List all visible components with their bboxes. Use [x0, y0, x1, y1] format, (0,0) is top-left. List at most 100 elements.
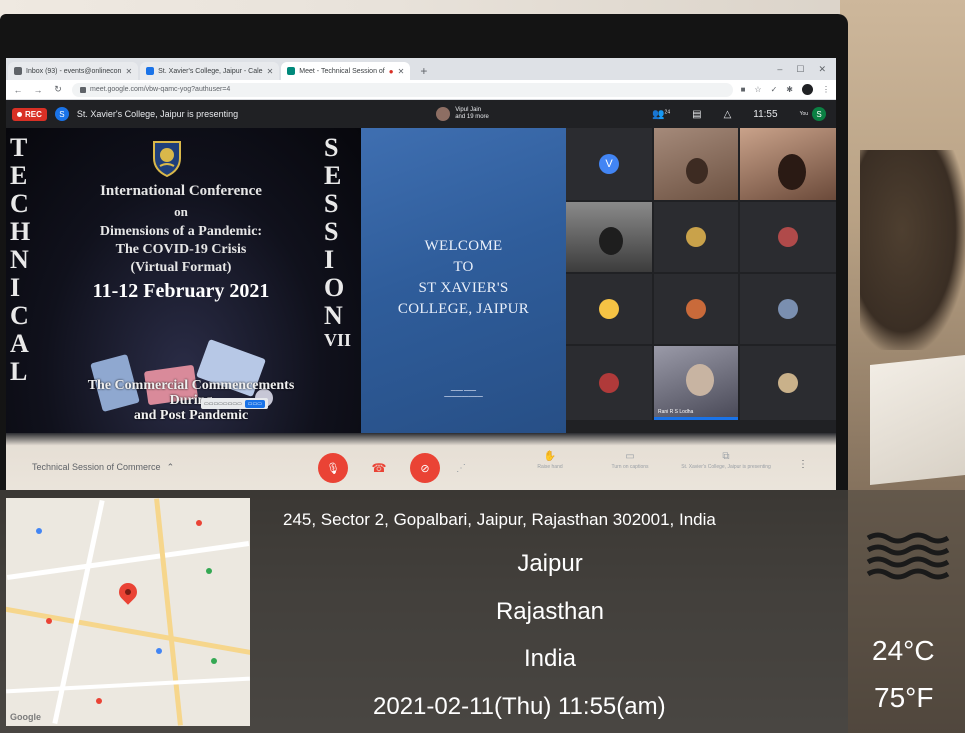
- mic-off-icon[interactable]: 🎙: [318, 453, 348, 483]
- captions-button[interactable]: ▭ Turn on captions: [601, 451, 659, 470]
- more-options-icon[interactable]: ⋮: [798, 459, 808, 470]
- meet-clock: 11:55: [753, 108, 778, 120]
- slide-letter: S: [324, 217, 339, 246]
- slide-letter: A: [10, 329, 29, 358]
- presenting-button[interactable]: ⧉ St. Xavier's College, Jaipur is presen…: [681, 451, 771, 470]
- map-road: [6, 603, 250, 658]
- slide-letter: C: [10, 301, 29, 330]
- conference-line: (Virtual Format): [130, 260, 232, 275]
- more-controls-icon[interactable]: ⋰: [456, 463, 466, 474]
- map-road: [6, 676, 250, 694]
- participant-tile[interactable]: [740, 346, 836, 420]
- camera-off-icon[interactable]: ⊘: [410, 453, 440, 483]
- captions-label: Turn on captions: [611, 464, 649, 470]
- tab-label: Inbox (93) - events@onlinecon: [26, 67, 122, 75]
- map-poi-icon: [206, 568, 212, 574]
- participant-tile[interactable]: [740, 128, 836, 200]
- profile-avatar[interactable]: [802, 84, 813, 95]
- participant-more: and 19 more: [455, 114, 489, 120]
- slide-letter: C: [10, 189, 29, 218]
- college-crest-icon: [153, 141, 181, 178]
- map-poi-icon: [96, 698, 102, 704]
- new-tab-button[interactable]: +: [412, 62, 435, 80]
- bookmark-star-icon[interactable]: ☆: [754, 85, 761, 94]
- chat-icon[interactable]: ▤: [692, 109, 701, 120]
- presenting-status: St. Xavier's College, Jaipur is presenti…: [76, 109, 239, 119]
- meet-control-bar: Technical Session of Commerce ⌃ 🎙 ☎ ⊘ ⋰ …: [6, 445, 836, 489]
- temperature-celsius: 24°C: [872, 635, 935, 666]
- people-button[interactable]: 👥24: [652, 109, 670, 120]
- address-bar[interactable]: meet.google.com/vbw-qamc-yog?authuser=4: [72, 82, 733, 97]
- close-icon[interactable]: ✕: [125, 67, 132, 76]
- participants-summary: Vipul Jain and 19 more: [455, 107, 489, 121]
- participant-tile[interactable]: [654, 202, 738, 272]
- maximize-icon[interactable]: ☐: [796, 64, 804, 75]
- subtitle-line: During: [169, 393, 213, 408]
- subtitle-line: and Post Pandemic: [133, 408, 249, 423]
- minimize-icon[interactable]: –: [777, 64, 782, 74]
- gps-address: 245, Sector 2, Gopalbari, Jaipur, Rajast…: [283, 510, 716, 529]
- kebab-menu-icon[interactable]: ⋮: [822, 85, 830, 94]
- participant-tile[interactable]: [740, 274, 836, 344]
- participant-tile[interactable]: [740, 202, 836, 272]
- tab-label: St. Xavier's College, Jaipur - Cale: [158, 67, 263, 75]
- slide-letter: S: [324, 133, 339, 162]
- participant-tile[interactable]: [654, 128, 738, 200]
- extension-icons: ■ ☆ ✓ ✱ ⋮: [741, 84, 830, 95]
- session-subtitle: The Commercial Commencements During and …: [56, 378, 326, 423]
- presenter-avatar: S: [54, 107, 69, 121]
- forward-icon[interactable]: →: [32, 85, 44, 95]
- url-text: meet.google.com/vbw-qamc-yog?authuser=4: [90, 86, 231, 93]
- participant-tile[interactable]: [566, 202, 652, 272]
- map-poi-icon: [211, 658, 217, 664]
- map-poi-icon: [36, 528, 42, 534]
- stop-presenting-button[interactable]: ▭▭▭: [244, 399, 265, 408]
- conference-title-block: International Conference on Dimensions o…: [46, 183, 316, 303]
- participant-tile[interactable]: V: [566, 128, 652, 200]
- recording-badge: REC: [12, 107, 47, 121]
- participant-grid: V Rani R S Lodha: [566, 128, 836, 433]
- hang-up-icon[interactable]: ☎: [364, 453, 394, 483]
- participant-tile[interactable]: [566, 274, 652, 344]
- participant-tile[interactable]: [654, 274, 738, 344]
- participant-avatar: [599, 373, 619, 393]
- slide-letter: L: [10, 357, 28, 386]
- welcome-line: COLLEGE, JAIPUR: [397, 301, 530, 317]
- check-extension-icon[interactable]: ✓: [771, 85, 778, 94]
- conference-slide: T E C H N I C A L S E S S I O N VII Inte…: [6, 128, 361, 433]
- secondary-controls: ✋ Raise hand ▭ Turn on captions ⧉ St. Xa…: [521, 451, 771, 470]
- subtitle-line: The Commercial Commencements: [87, 378, 295, 393]
- activities-icon[interactable]: △: [724, 109, 732, 120]
- self-avatar[interactable]: S: [812, 107, 826, 121]
- browser-tab-calendar[interactable]: St. Xavier's College, Jaipur - Cale ✕: [140, 62, 280, 80]
- meeting-details-button[interactable]: Technical Session of Commerce ⌃: [32, 462, 174, 473]
- participants-preview[interactable]: Vipul Jain and 19 more: [436, 107, 489, 121]
- puzzle-extension-icon[interactable]: ✱: [786, 85, 793, 94]
- smiley-avatar-icon: [599, 299, 619, 319]
- map-poi-icon: [156, 648, 162, 654]
- laptop-screen: Inbox (93) - events@onlinecon ✕ St. Xavi…: [6, 58, 836, 503]
- tab-label: Meet - Technical Session of: [299, 67, 385, 75]
- people-icon: 👥: [652, 108, 665, 120]
- camera-indicator-icon[interactable]: ■: [741, 85, 746, 94]
- raise-hand-button[interactable]: ✋ Raise hand: [521, 451, 579, 470]
- active-speaker-tile[interactable]: Rani R S Lodha: [654, 346, 738, 420]
- room-shadow: [860, 150, 965, 350]
- close-window-icon[interactable]: ✕: [818, 64, 826, 75]
- close-icon[interactable]: ✕: [267, 67, 274, 76]
- reload-icon[interactable]: ↻: [52, 84, 64, 95]
- conference-line: Dimensions of a Pandemic:: [99, 224, 263, 239]
- welcome-line: TO: [453, 259, 474, 275]
- browser-tab-gmail[interactable]: Inbox (93) - events@onlinecon ✕: [8, 62, 139, 80]
- browser-tab-meet[interactable]: Meet - Technical Session of ● ✕: [281, 62, 411, 80]
- participant-tile[interactable]: [566, 346, 652, 420]
- participant-avatar: [778, 299, 798, 319]
- participant-name: Vipul Jain: [455, 107, 482, 113]
- back-icon[interactable]: ←: [12, 85, 24, 95]
- vertical-word-right: S E S S I O N VII: [324, 133, 351, 351]
- participant-avatar: [686, 299, 706, 319]
- close-icon[interactable]: ✕: [398, 67, 405, 76]
- participant-avatar: [686, 227, 706, 247]
- captions-icon: ▭: [625, 451, 635, 462]
- location-map: Google: [6, 498, 250, 726]
